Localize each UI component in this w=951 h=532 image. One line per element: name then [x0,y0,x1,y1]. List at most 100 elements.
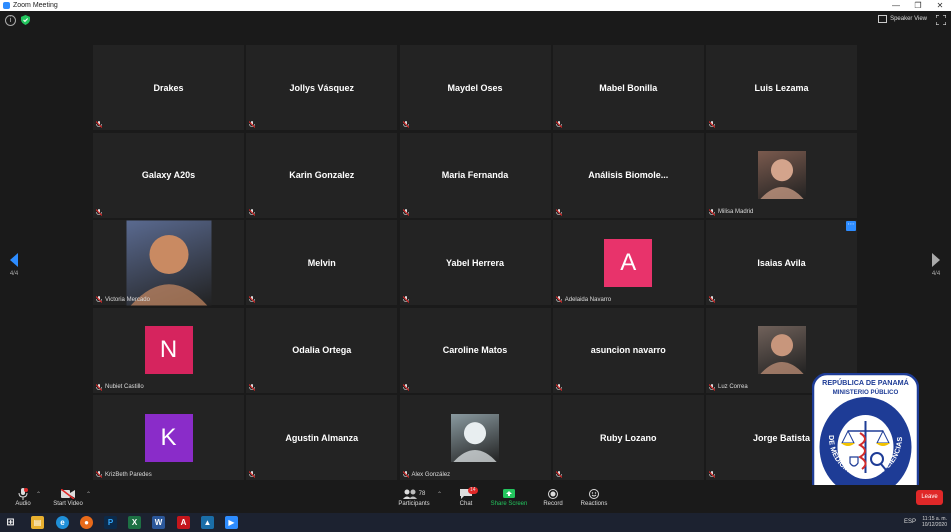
participant-tile[interactable]: Maydel Oses [399,45,551,130]
window-titlebar: Zoom Meeting — ❐ ✕ [0,0,951,11]
participant-tile[interactable]: asuncion navarro [552,307,704,393]
share-screen-icon [503,489,515,498]
participant-tile[interactable]: Ruby Lozano [552,395,704,480]
participant-tile[interactable]: N Nubiet Castillo [93,307,244,393]
file-explorer-icon[interactable]: ▤ [31,516,44,529]
participant-tile[interactable]: Mabel Bonilla [552,45,704,130]
muted-mic-icon [555,208,562,216]
participant-tile[interactable]: K KrizBeth Paredes [93,395,244,480]
participant-tile[interactable]: Agustin Almanza [246,395,398,480]
excel-icon[interactable]: X [128,516,141,529]
close-icon[interactable]: ✕ [929,0,951,11]
participant-name: Melvin [307,257,336,268]
word-icon[interactable]: W [152,516,165,529]
tile-footer: Nubiet Castillo [96,383,144,391]
meeting-info-icon[interactable]: i [5,15,16,26]
muted-mic-icon [402,121,409,128]
participant-name: Agustin Almanza [285,432,359,443]
security-shield-icon[interactable] [21,15,30,25]
chat-button[interactable]: 14 Chat [455,487,478,507]
participant-tile[interactable]: Luis Lezama [706,45,857,130]
participant-tile[interactable]: A Adelaida Navarro [552,220,704,305]
participant-tile[interactable]: Odalia Ortega [246,307,398,393]
more-options-badge[interactable]: ⋯ [846,221,856,231]
muted-mic-icon [402,471,409,478]
photos-icon[interactable]: ▲ [201,516,214,529]
video-options-caret[interactable]: ⌃ [86,491,91,498]
tile-footer [555,383,562,391]
meeting-toolbar: Audio ⌃ Start Video ⌃ 78 Participants ⌃ [0,485,951,513]
participant-tile[interactable]: Isaias Avila [706,220,857,305]
tile-footer [249,383,256,391]
participant-tile[interactable]: Karin Gonzalez [246,132,398,218]
participant-tile[interactable]: Melvin [246,220,398,305]
participant-name: Jollys Vásquez [289,82,355,93]
participant-tile[interactable]: Caroline Matos [399,307,551,393]
speaker-view-label: Speaker View [890,16,927,22]
tile-footer [555,471,562,478]
participant-footer-name: Alex González [411,471,451,478]
tile-footer [249,296,256,303]
audio-label: Audio [15,501,31,507]
minimize-icon[interactable]: — [885,0,907,11]
leave-meeting-button[interactable]: Leave [916,490,943,505]
participant-tile[interactable]: Drakes [93,45,244,130]
fullscreen-icon[interactable] [936,15,946,25]
participants-options-caret[interactable]: ⌃ [437,491,442,498]
next-page-button[interactable]: 4/4 [926,253,946,277]
muted-mic-icon [402,296,409,303]
arrow-left-icon [10,253,18,267]
participant-name: Luis Lezama [754,82,809,93]
muted-mic-icon [709,471,715,478]
participant-tile[interactable]: Yabel Herrera [399,220,551,305]
person-silhouette-icon [759,334,804,374]
tray-date[interactable]: 10/12/2020 [922,522,947,528]
photoshop-icon[interactable]: P [104,516,117,529]
participant-name: Galaxy A20s [141,170,196,180]
participants-button[interactable]: 78 Participants [396,487,432,507]
tray-language[interactable]: ESP [904,516,916,528]
participant-video-thumbnail [126,220,211,305]
tile-footer [249,208,256,216]
participant-name: Ruby Lozano [600,432,657,443]
participant-tile[interactable]: Maria Fernanda [399,132,551,218]
page-indicator-right: 4/4 [931,271,941,277]
reactions-button[interactable]: Reactions [578,487,610,507]
share-screen-button[interactable]: Share Screen [490,487,528,507]
tile-footer: Milisa Madrid [709,208,753,216]
participant-tile[interactable]: Milisa Madrid [706,132,857,218]
previous-page-button[interactable]: 4/4 [4,253,24,277]
tile-footer [96,121,102,128]
muted-mic-icon [555,383,562,391]
tile-footer [709,471,715,478]
restore-icon[interactable]: ❐ [907,0,929,11]
audio-button[interactable]: Audio [12,487,34,507]
tile-footer [402,208,409,216]
muted-mic-icon [555,471,562,478]
participant-name: Análisis Biomole... [588,170,669,180]
record-button[interactable]: Record [541,487,565,507]
participant-footer-name: KrizBeth Paredes [105,471,152,478]
acrobat-icon[interactable]: A [177,516,190,529]
chat-label: Chat [459,501,473,507]
muted-mic-icon [249,296,256,303]
participant-name: Drakes [153,82,184,93]
participant-tile[interactable]: Jollys Vásquez [246,45,398,130]
edge-browser-icon[interactable]: e [56,516,69,529]
zoom-taskbar-icon[interactable]: ▶ [225,516,238,529]
windows-start-icon[interactable]: ⊞ [4,516,17,529]
speaker-view-button[interactable]: Speaker View [878,15,927,23]
participant-name: Odalia Ortega [292,345,352,355]
participant-tile[interactable]: Galaxy A20s [93,132,244,218]
participant-tile[interactable]: Victoria Mercado [93,220,244,305]
participant-tile[interactable]: Análisis Biomole... [552,132,704,218]
video-camera-icon [61,489,75,499]
muted-mic-icon [402,208,409,216]
participant-tile[interactable]: Alex González [399,395,551,480]
firefox-icon[interactable]: ● [80,516,93,529]
muted-mic-icon [709,208,715,216]
start-video-label: Start Video [53,501,83,507]
participant-name: Mabel Bonilla [599,82,658,93]
audio-options-caret[interactable]: ⌃ [36,491,41,498]
start-video-button[interactable]: Start Video [52,487,84,507]
